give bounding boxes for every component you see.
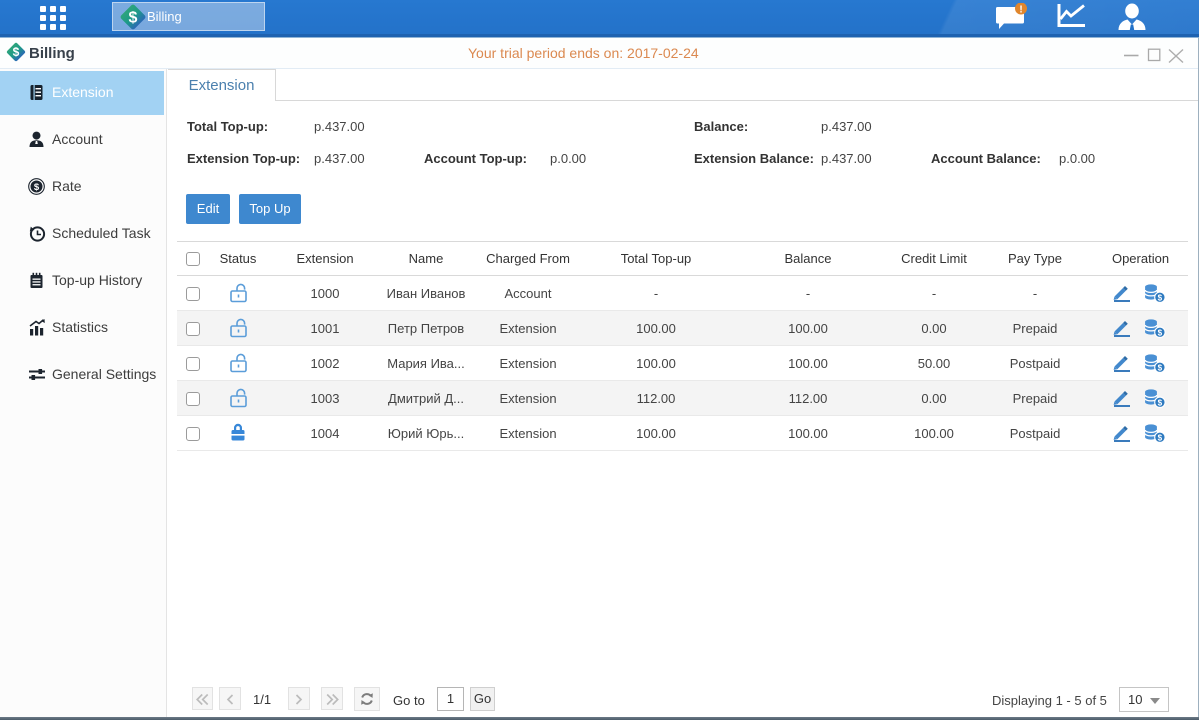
svg-text:!: !	[1019, 5, 1022, 16]
svg-text:$: $	[1158, 363, 1163, 372]
svg-text:$: $	[1158, 433, 1163, 442]
svg-text:$: $	[34, 182, 40, 193]
svg-text:$: $	[1158, 328, 1163, 337]
svg-text:$: $	[1158, 293, 1163, 302]
svg-text:$: $	[13, 45, 20, 59]
svg-text:$: $	[129, 10, 138, 27]
svg-text:$: $	[1158, 398, 1163, 407]
